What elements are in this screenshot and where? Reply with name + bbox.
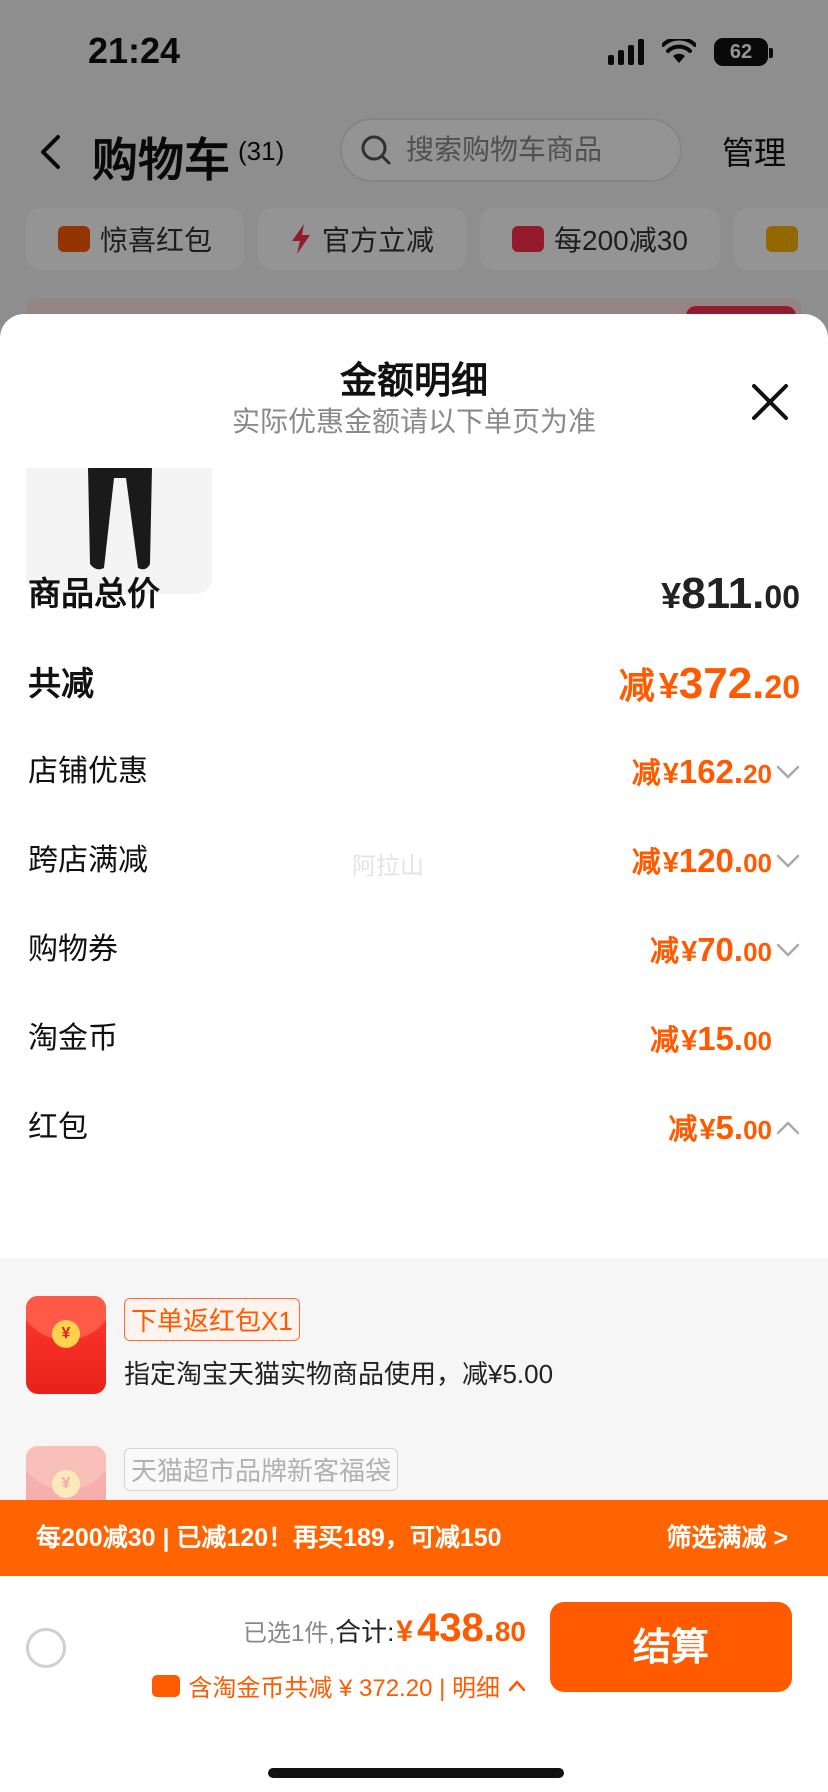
row-store-discount[interactable]: 店铺优惠 减 ¥ 162. 20 (28, 742, 800, 802)
row-label: 店铺优惠 (28, 755, 148, 788)
row-label: 淘金币 (28, 1022, 118, 1055)
row-value: 减 ¥ 120. 00 (631, 842, 772, 879)
row-value: 减 ¥ 162. 20 (631, 753, 772, 790)
red-packet-item[interactable]: ¥ 下单返红包X1 指定淘宝天猫实物商品使用，减¥5.00 (26, 1296, 806, 1406)
total-discount-value: 减 ¥ 372. 20 (618, 659, 800, 708)
sheet-title: 金额明细 (340, 360, 488, 401)
row-label: 跨店满减 (28, 844, 148, 877)
select-all-checkbox[interactable] (26, 1628, 66, 1668)
close-button[interactable] (748, 380, 792, 424)
total-amount-int: 438. (416, 1606, 495, 1650)
row-shopping-coupon[interactable]: 购物券 减 ¥ 70. 00 (28, 920, 800, 980)
total-price-value: ¥ 811. 00 (661, 569, 800, 618)
red-envelope-icon: ¥ (26, 1296, 106, 1394)
selected-count: 已选1件, (243, 1620, 336, 1647)
red-packet-desc: 指定淘宝天猫实物商品使用，减¥5.00 (124, 1359, 554, 1389)
row-value: 减 ¥ 5. 00 (668, 1109, 772, 1146)
red-packet-tag: 天猫超市品牌新客福袋 (124, 1448, 399, 1491)
checkout-bar: 已选1件, 合计: ¥ 438. 80 含淘金币共减 ¥ 372.20 | 明细… (0, 1576, 828, 1792)
chevron-down-icon[interactable] (774, 936, 802, 964)
taobao-coin-icon (152, 1674, 181, 1697)
row-label: 红包 (28, 1111, 88, 1144)
sheet-subtitle: 实际优惠金额请以下单页为准 (231, 406, 596, 437)
total-summary: 已选1件, 合计: ¥ 438. 80 (243, 1606, 526, 1651)
close-icon (752, 384, 788, 420)
chevron-down-icon[interactable] (774, 758, 802, 786)
row-red-packet[interactable]: 红包 减 ¥ 5. 00 (28, 1098, 800, 1158)
total-amount-dec: 80 (494, 1616, 526, 1647)
total-yen: ¥ (396, 1615, 413, 1648)
row-label: 共减 (28, 665, 94, 702)
row-total-discount: 共减 减 ¥ 372. 20 (28, 654, 800, 714)
chevron-up-icon[interactable] (774, 1114, 802, 1142)
row-label: 购物券 (28, 933, 118, 966)
row-value: 减 ¥ 15. 00 (650, 1020, 772, 1057)
row-cross-store-discount[interactable]: 跨店满减 减 ¥ 120. 00 (28, 831, 800, 891)
filter-full-reduction-link[interactable]: 筛选满减 > (666, 1500, 788, 1576)
amount-detail-sheet: 金额明细 实际优惠金额请以下单页为准 商品总价 ¥ 811. 00 共减 减 ¥… (0, 314, 828, 1792)
row-total-price: 商品总价 ¥ 811. 00 (28, 564, 800, 624)
home-indicator (268, 1768, 564, 1778)
row-taobao-coins: 淘金币 减 ¥ 15. 00 (28, 1009, 800, 1069)
row-value: 减 ¥ 70. 00 (650, 931, 772, 968)
promo-bar-text: 每200减30 | 已减120！再买189，可减150 (36, 1524, 502, 1552)
row-label: 商品总价 (28, 575, 160, 612)
discount-detail-toggle[interactable]: 含淘金币共减 ¥ 372.20 | 明细 (152, 1668, 526, 1703)
chevron-down-icon[interactable] (774, 847, 802, 875)
chevron-up-icon (508, 1680, 526, 1691)
discount-text: 含淘金币共减 ¥ 372.20 | 明细 (188, 1675, 500, 1702)
checkout-button[interactable]: 结算 (550, 1602, 792, 1692)
full-reduction-promo-bar[interactable]: 每200减30 | 已减120！再买189，可减150 筛选满减 > (0, 1500, 828, 1576)
total-label: 合计: (335, 1617, 395, 1647)
red-packet-tag: 下单返红包X1 (124, 1298, 300, 1341)
